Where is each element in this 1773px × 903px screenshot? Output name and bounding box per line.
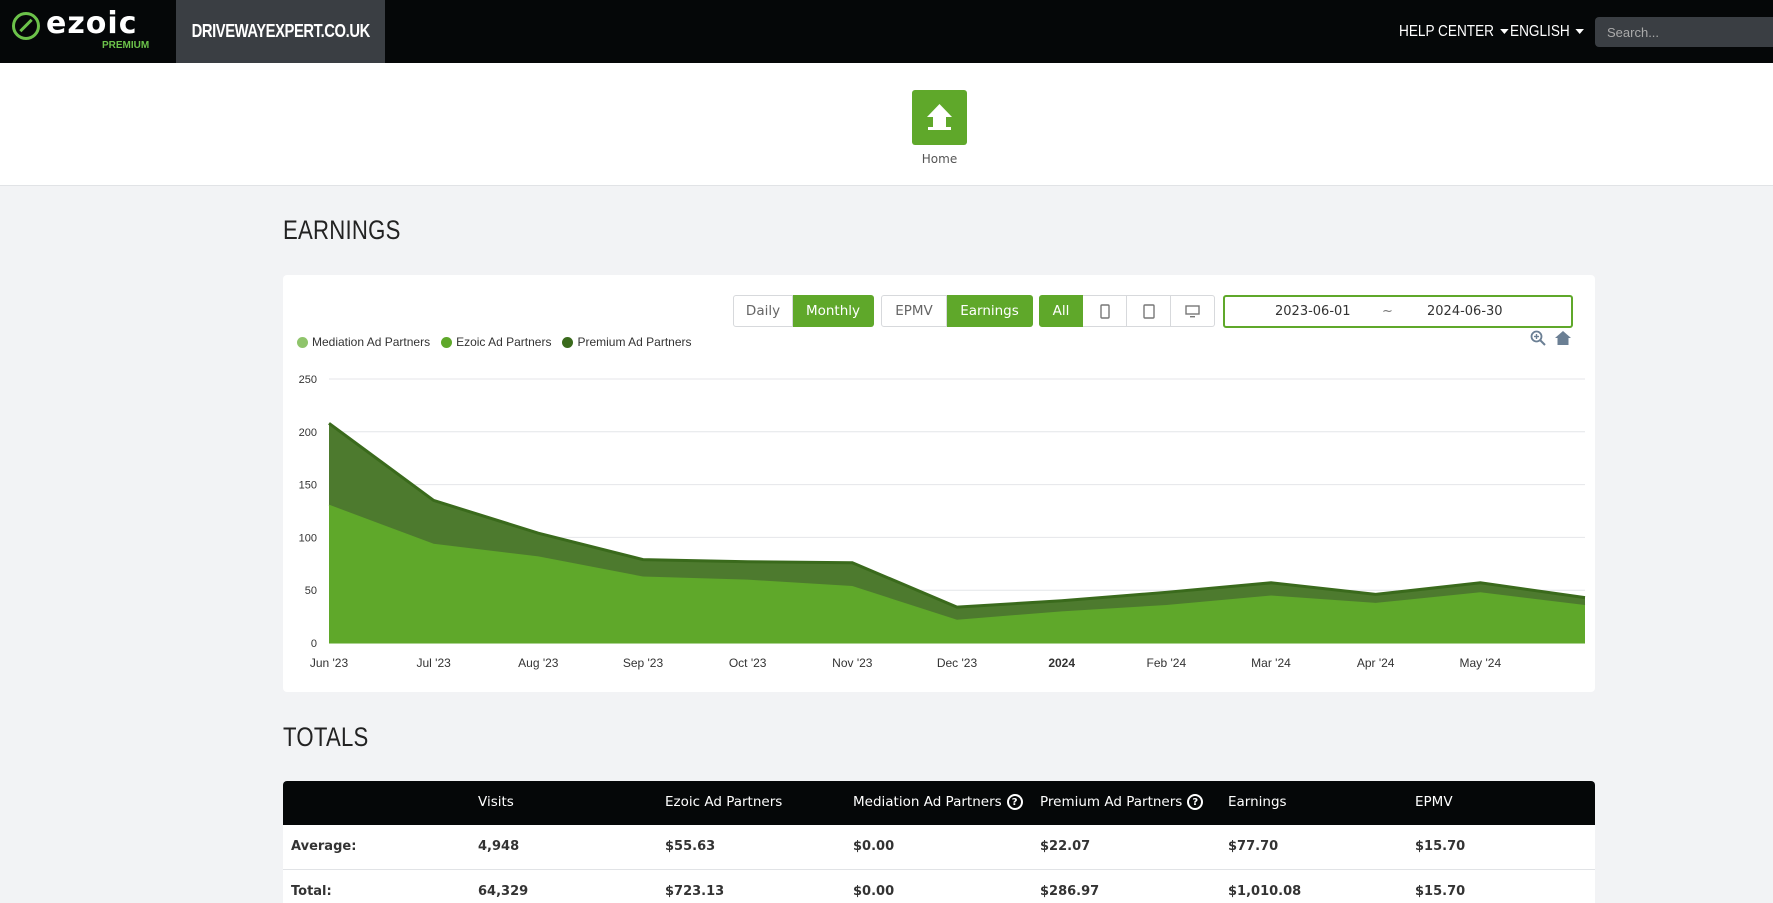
x-tick-label: Jul '23 <box>417 656 452 670</box>
column-header: Mediation Ad Partners? <box>853 794 1023 810</box>
logo-text: ezoic <box>46 6 138 41</box>
totals-section-title: TOTALS <box>283 722 369 752</box>
x-tick-label: Apr '24 <box>1357 656 1395 670</box>
caret-down-icon <box>1499 29 1509 34</box>
row-label: Average: <box>291 839 357 854</box>
x-tick-label: Jun '23 <box>310 656 349 670</box>
table-cell: $1,010.08 <box>1228 884 1302 899</box>
column-header: Earnings <box>1228 794 1287 810</box>
y-tick-label: 150 <box>299 480 317 492</box>
ezoic-logo-mark <box>12 12 40 40</box>
x-tick-label: 2024 <box>1048 656 1075 670</box>
table-cell: $0.00 <box>853 839 895 854</box>
y-tick-label: 50 <box>305 585 317 597</box>
column-header-label: Premium Ad Partners <box>1040 794 1183 810</box>
table-cell: $55.63 <box>665 839 716 854</box>
table-row-average: Average: 4,948 $55.63 $0.00 $22.07 $77.7… <box>283 825 1595 870</box>
column-header: EPMV <box>1415 794 1453 810</box>
column-header: Visits <box>478 794 514 810</box>
column-header: Premium Ad Partners? <box>1040 794 1204 810</box>
table-cell: $0.00 <box>853 884 895 899</box>
earnings-section-title: EARNINGS <box>283 215 401 245</box>
earnings-area-chart: 0 50 100 150 200 250 Jun '23 Jul '23 Aug '23 Sep … <box>299 374 1586 670</box>
table-cell: $286.97 <box>1040 884 1100 899</box>
site-name: DRIVEWAYEXPERT.CO.UK <box>191 21 370 41</box>
table-cell: 64,329 <box>478 884 529 899</box>
y-tick-label: 0 <box>311 638 317 650</box>
table-cell: $77.70 <box>1228 839 1279 854</box>
search-box <box>1595 17 1773 47</box>
home-icon <box>927 104 952 130</box>
x-tick-label: Dec '23 <box>937 656 978 670</box>
row-label: Total: <box>291 884 332 899</box>
x-tick-label: Oct '23 <box>729 656 767 670</box>
column-header-label: Mediation Ad Partners <box>853 794 1002 810</box>
y-tick-label: 100 <box>299 532 317 544</box>
home-tile-button[interactable] <box>912 90 967 145</box>
x-tick-label: Feb '24 <box>1147 656 1187 670</box>
table-cell: $723.13 <box>665 884 725 899</box>
dashboard-nav-strip: Home <box>0 63 1773 186</box>
earnings-chart-card: Daily Monthly EPMV Earnings All 2023-06-… <box>283 275 1595 692</box>
x-tick-label: Nov '23 <box>832 656 873 670</box>
totals-table: Visits Ezoic Ad Partners Mediation Ad Pa… <box>283 781 1595 903</box>
table-cell: 4,948 <box>478 839 520 854</box>
table-cell: $15.70 <box>1415 884 1466 899</box>
language-menu[interactable]: ENGLISH <box>1510 0 1585 63</box>
ezoic-logo[interactable]: ezoic PREMIUM <box>12 6 162 54</box>
table-cell: $15.70 <box>1415 839 1466 854</box>
y-tick-label: 250 <box>299 374 317 386</box>
x-tick-label: May '24 <box>1460 656 1502 670</box>
help-center-menu[interactable]: HELP CENTER <box>1399 0 1509 63</box>
search-input[interactable] <box>1607 24 1761 40</box>
site-selector-tab[interactable]: DRIVEWAYEXPERT.CO.UK <box>176 0 385 63</box>
caret-down-icon <box>1575 29 1585 34</box>
table-row-total: Total: 64,329 $723.13 $0.00 $286.97 $1,0… <box>283 870 1595 903</box>
table-cell: $22.07 <box>1040 839 1091 854</box>
help-icon[interactable]: ? <box>1006 794 1023 810</box>
x-tick-label: Mar '24 <box>1251 656 1291 670</box>
x-tick-label: Sep '23 <box>623 656 664 670</box>
help-icon[interactable]: ? <box>1187 794 1204 810</box>
top-navbar: ezoic PREMIUM DRIVEWAYEXPERT.CO.UK HELP … <box>0 0 1773 63</box>
x-tick-label: Aug '23 <box>518 656 559 670</box>
table-header-row: Visits Ezoic Ad Partners Mediation Ad Pa… <box>283 781 1595 825</box>
help-center-label: HELP CENTER <box>1399 22 1494 40</box>
home-label: Home <box>921 152 958 166</box>
y-tick-label: 200 <box>299 427 317 439</box>
language-label: ENGLISH <box>1510 22 1570 40</box>
column-header: Ezoic Ad Partners <box>665 794 783 810</box>
logo-premium-label: PREMIUM <box>102 40 150 51</box>
